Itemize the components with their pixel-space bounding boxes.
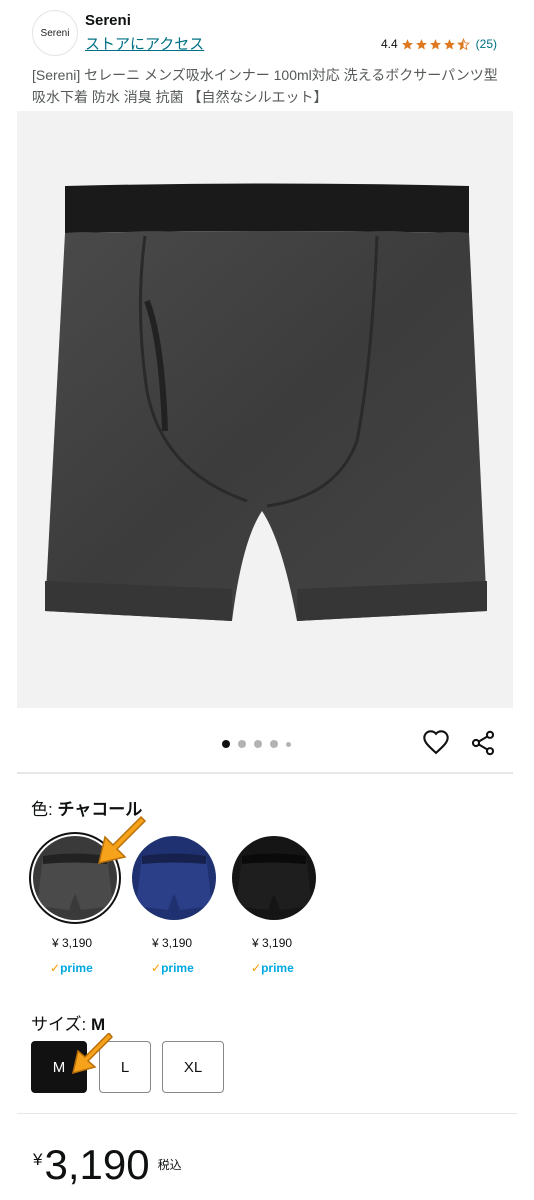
rating-count[interactable]: (25) — [476, 37, 497, 51]
size-label-prefix: サイズ: — [31, 1015, 91, 1034]
rating-value: 4.4 — [380, 37, 398, 51]
color-swatch-black[interactable] — [232, 836, 316, 920]
star-icon — [429, 38, 441, 49]
option-price: ¥ 3,190 — [252, 936, 293, 950]
option-price: ¥ 3,190 — [52, 936, 93, 950]
pagination-dot[interactable] — [270, 740, 278, 748]
pointer-arrow-icon — [71, 1033, 113, 1075]
prime-badge: ✓prime — [50, 961, 93, 975]
half-star-icon — [456, 37, 470, 50]
logo-text: Sereni — [40, 27, 70, 39]
wishlist-heart-icon[interactable] — [422, 729, 450, 757]
currency-symbol: ¥ — [33, 1150, 43, 1169]
store-header: Sereni Sereni ストアにアクセス 4.4 (25) [Sereni]… — [0, 0, 534, 105]
prime-badge: ✓prime — [151, 961, 194, 975]
divider — [17, 1113, 517, 1114]
product-image[interactable] — [17, 111, 513, 708]
pagination-dot[interactable] — [222, 740, 230, 748]
selected-size: M — [90, 1015, 106, 1034]
divider — [17, 772, 513, 774]
rating[interactable]: 4.4 (25) — [381, 37, 497, 51]
star-icon — [415, 38, 427, 49]
store-link[interactable]: ストアにアクセス — [85, 33, 204, 54]
color-label-prefix: 色: — [31, 800, 58, 819]
size-label: サイズ: M — [31, 1010, 105, 1035]
boxer-briefs-image — [45, 183, 487, 621]
brand-logo[interactable]: Sereni — [32, 10, 78, 56]
star-icon — [443, 38, 455, 49]
image-pagination[interactable] — [222, 740, 291, 748]
rating-stars — [401, 37, 470, 51]
tax-label: 税込 — [157, 1158, 182, 1172]
product-title: [Sereni] セレーニ メンズ吸水インナー 100ml対応 洗えるボクサーパ… — [32, 67, 498, 105]
price-amount: 3,190 — [44, 1141, 150, 1188]
share-icon[interactable] — [469, 729, 497, 757]
pointer-arrow-icon — [97, 815, 147, 865]
brand-name: Sereni — [85, 12, 131, 29]
size-option-xl[interactable]: XL — [162, 1041, 224, 1093]
pagination-dot[interactable] — [254, 740, 262, 748]
product-price: ¥ 3,190 税込 — [33, 1142, 182, 1188]
pagination-dot[interactable] — [286, 741, 291, 747]
prime-badge: ✓prime — [251, 961, 294, 975]
star-icon — [401, 38, 413, 49]
option-price: ¥ 3,190 — [152, 936, 193, 950]
pagination-dot[interactable] — [238, 740, 246, 748]
